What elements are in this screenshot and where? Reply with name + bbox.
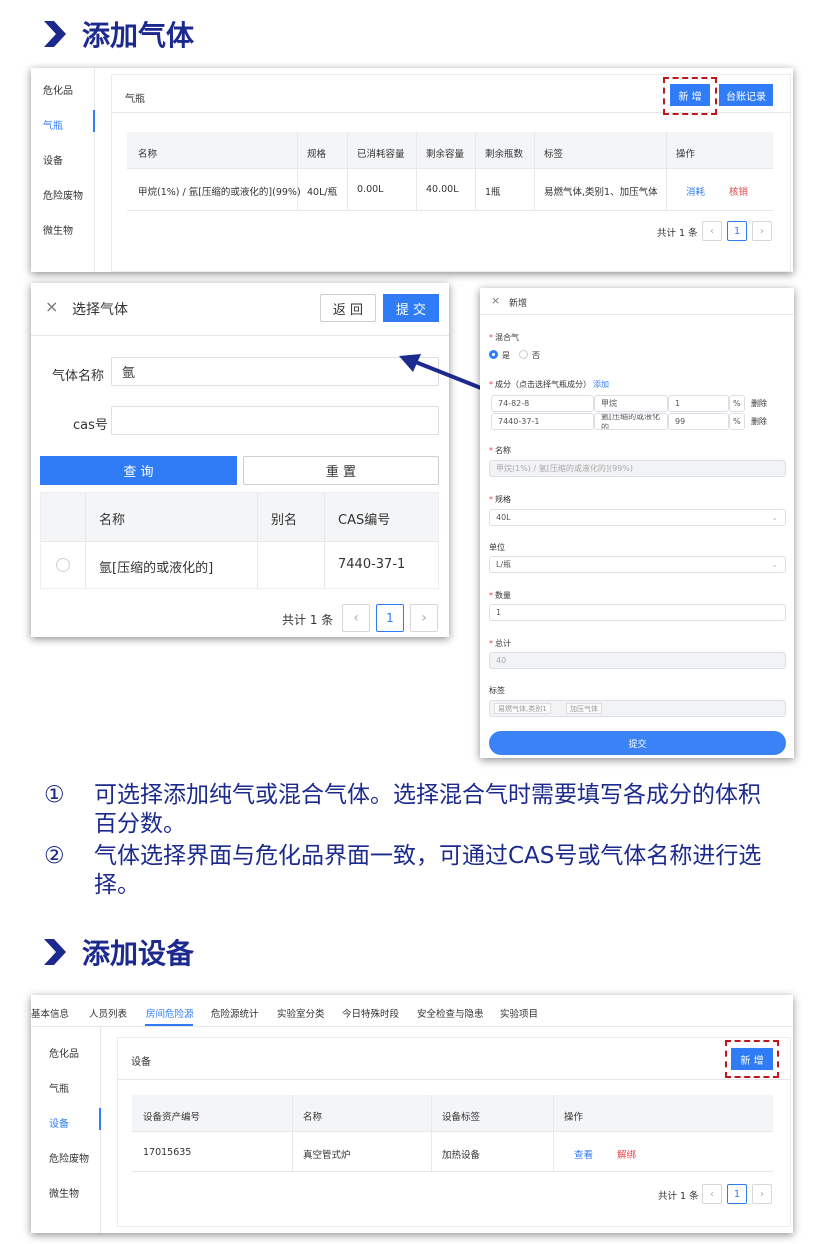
radio-no[interactable]	[519, 350, 528, 359]
sidebar-item-hazchem[interactable]: 危化品	[49, 1045, 79, 1060]
tag-chip: 易燃气体,类别1	[494, 703, 551, 714]
close-icon[interactable]: ×	[45, 297, 58, 316]
view-link[interactable]: 查看	[574, 1147, 593, 1161]
gas-name-label: 气体名称	[52, 369, 105, 384]
total-count: 共计 1 条	[658, 1191, 699, 1202]
row-radio[interactable]	[56, 558, 70, 572]
total-count: 共计 1 条	[282, 613, 334, 627]
tab-safety-check[interactable]: 安全检查与隐患	[417, 1006, 484, 1020]
tag-chip: 加压气体	[566, 703, 602, 714]
sidebar-item-gas[interactable]: 气瓶	[49, 1080, 69, 1095]
cancel-link[interactable]: 核销	[729, 184, 748, 198]
tab-room-hazards[interactable]: 房间危险源	[146, 1006, 194, 1020]
top-tabs: 基本信息 人员列表 房间危险源 危险源统计 实验室分类 今日特殊时段 安全检查与…	[31, 995, 793, 1027]
note-2: ② 气体选择界面与危化品界面一致，可通过CAS号或气体名称进行选择。	[44, 843, 762, 898]
sidebar-item-microbe[interactable]: 微生物	[49, 1185, 79, 1200]
spec-select[interactable]: 40L ⌄	[489, 509, 786, 526]
note-1: ① 可选择添加纯气或混合气体。选择混合气时需要填写各成分的体积百分数。	[44, 782, 761, 837]
consume-link[interactable]: 消耗	[686, 184, 705, 198]
chevron-down-icon: ⌄	[771, 560, 778, 569]
chevron-down-icon: ⌄	[771, 513, 778, 522]
chevron-right-icon	[44, 939, 66, 965]
unit-select[interactable]: L/瓶 ⌄	[489, 556, 786, 573]
submit-button[interactable]: 提 交	[383, 294, 439, 322]
sidebar-item-waste[interactable]: 危险废物	[49, 1150, 89, 1165]
name-input[interactable]: 甲烷(1%) / 氩[压缩的或液化的](99%)	[489, 460, 786, 477]
reset-button[interactable]: 重 置	[243, 456, 439, 485]
sidebar-item-hazchem[interactable]: 危化品	[43, 82, 73, 97]
tab-special-period[interactable]: 今日特殊时段	[342, 1006, 399, 1020]
sidebar-item-equipment[interactable]: 设备	[49, 1115, 69, 1130]
section-title-add-gas: 添加气体	[44, 14, 194, 54]
tab-personnel[interactable]: 人员列表	[89, 1006, 127, 1020]
sidebar-item-equipment[interactable]: 设备	[43, 152, 63, 167]
total-count: 共计 1 条	[657, 228, 698, 239]
radio-yes[interactable]	[489, 350, 498, 359]
chevron-right-icon	[44, 21, 66, 47]
select-gas-screenshot: × 选择气体 返 回 提 交 气体名称 氩 cas号 查 询 重 置 名称 别名…	[31, 283, 449, 637]
prev-page-button[interactable]: ‹	[702, 1184, 722, 1204]
next-page-button[interactable]: ›	[752, 1184, 772, 1204]
form-submit-button[interactable]: 提交	[489, 731, 786, 755]
card-header: 气瓶	[125, 94, 145, 105]
prev-page-button[interactable]: ‹	[342, 604, 370, 632]
tab-hazard-stats[interactable]: 危险源统计	[211, 1006, 259, 1020]
form-title: 新增	[509, 299, 528, 309]
gas-list-screenshot: 危化品 气瓶 设备 危险废物 微生物 气瓶 新 增 台账记录 名称 规格 已消耗…	[31, 68, 793, 272]
delete-component-link[interactable]: 删除	[751, 416, 767, 427]
new-gas-form-screenshot: × 新增 * 混合气 是 否 * 成分（点击选择气瓶成分） 添加 74-82-8 甲烷…	[480, 288, 794, 758]
close-icon[interactable]: ×	[491, 294, 500, 307]
tag-field[interactable]: 易燃气体,类别1 加压气体	[489, 700, 786, 717]
quantity-input[interactable]: 1	[489, 604, 786, 621]
query-button[interactable]: 查 询	[40, 456, 237, 485]
add-component-link[interactable]: 添加	[593, 380, 609, 389]
section-title-add-equipment: 添加设备	[44, 932, 194, 972]
tab-basic-info[interactable]: 基本信息	[31, 1006, 69, 1020]
next-page-button[interactable]: ›	[752, 221, 772, 241]
cas-label: cas号	[73, 418, 108, 433]
page-number[interactable]: 1	[727, 221, 747, 241]
card-header: 设备	[131, 1057, 151, 1068]
unbind-link[interactable]: 解绑	[617, 1147, 636, 1161]
sidebar-item-microbe[interactable]: 微生物	[43, 222, 73, 237]
highlight-box	[725, 1040, 779, 1078]
highlight-box	[663, 77, 717, 115]
sidebar-item-waste[interactable]: 危险废物	[43, 187, 83, 202]
ledger-button[interactable]: 台账记录	[719, 84, 773, 106]
tab-lab-category[interactable]: 实验室分类	[277, 1006, 325, 1020]
total-input[interactable]: 40	[489, 652, 786, 669]
equipment-list-screenshot: 基本信息 人员列表 房间危险源 危险源统计 实验室分类 今日特殊时段 安全检查与…	[31, 995, 793, 1233]
cas-input[interactable]	[111, 406, 439, 435]
tab-lab-projects[interactable]: 实验项目	[500, 1006, 538, 1020]
dialog-title: 选择气体	[72, 302, 128, 318]
page-number[interactable]: 1	[376, 604, 404, 632]
page-number[interactable]: 1	[727, 1184, 747, 1204]
next-page-button[interactable]: ›	[410, 604, 438, 632]
delete-component-link[interactable]: 删除	[751, 398, 767, 409]
sidebar-item-gas[interactable]: 气瓶	[43, 117, 63, 132]
back-button[interactable]: 返 回	[320, 294, 376, 322]
gas-name-input[interactable]: 氩	[111, 357, 439, 386]
prev-page-button[interactable]: ‹	[702, 221, 722, 241]
